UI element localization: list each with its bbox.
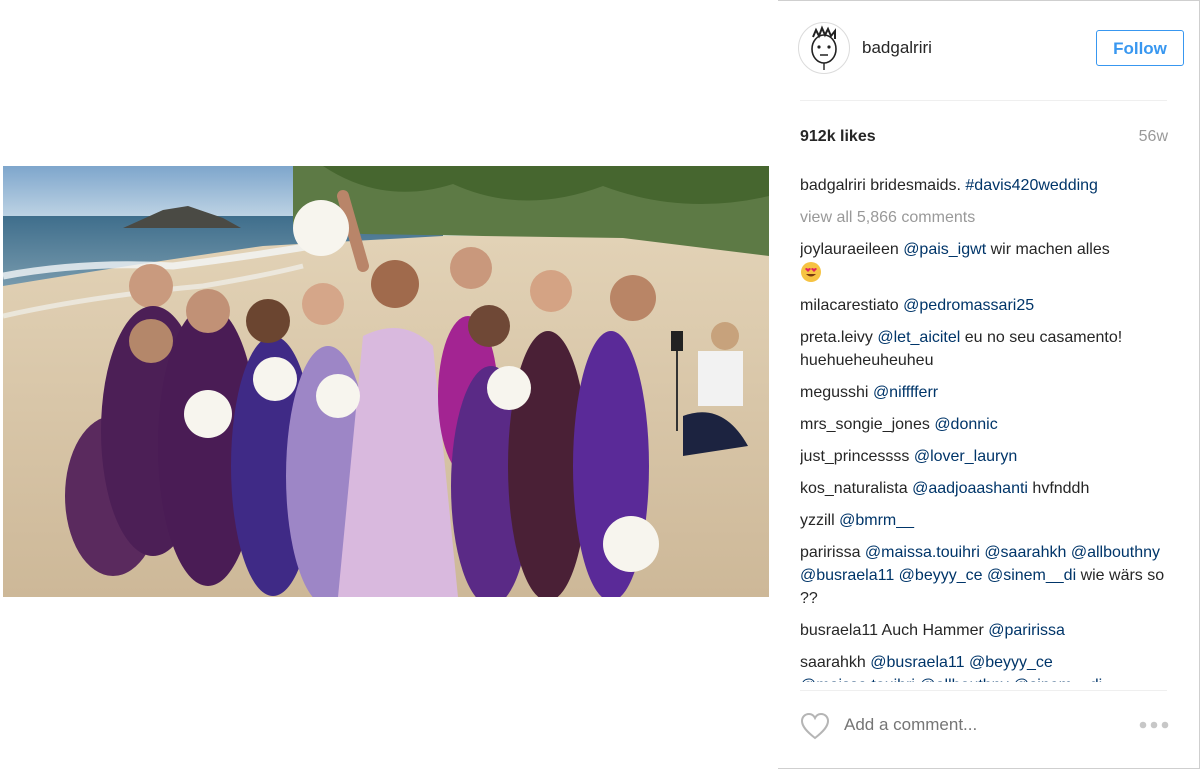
comment-item: milacarestiato @pedromassari25 [800, 294, 1172, 317]
post-photo[interactable] [3, 166, 769, 597]
comment-item: preta.leivy @let_aicitel eu no seu casam… [800, 326, 1172, 372]
photo-panel [0, 0, 778, 769]
mention-link[interactable]: @pedromassari25 [903, 297, 1034, 314]
comment-username[interactable]: paririssa [800, 544, 860, 561]
view-all-comments-link[interactable]: view all 5,866 comments [800, 206, 1172, 229]
comments-list: badgalriri bridesmaids. #davis420wedding… [800, 174, 1172, 682]
add-comment-input[interactable] [844, 714, 1094, 736]
post-username[interactable]: badgalriri [862, 38, 932, 58]
avatar-sketch-icon [811, 25, 837, 70]
avatar[interactable] [798, 22, 850, 74]
comment-text: wir machen alles [986, 241, 1110, 258]
comment-username[interactable]: megusshi [800, 384, 868, 401]
mention-link[interactable]: @let_aicitel [877, 329, 960, 346]
ellipsis-icon[interactable] [1138, 720, 1170, 730]
mention-link[interactable]: @paririssa [988, 622, 1065, 639]
comment-item: just_princessss @lover_lauryn [800, 445, 1172, 468]
mention-link[interactable]: @aadjoaashanti [912, 480, 1028, 497]
comment-item: paririssa @maissa.touihri @saarahkh @all… [800, 541, 1172, 610]
post-sidebar: badgalriri Follow 912k likes 56w badgalr… [778, 0, 1200, 769]
comment-username[interactable]: saarahkh [800, 654, 866, 671]
comment-item: mrs_songie_jones @donnic [800, 413, 1172, 436]
comment-item: kos_naturalista @aadjoaashanti hvfnddh [800, 477, 1172, 500]
comment-item: busraela11 Auch Hammer @paririssa [800, 619, 1172, 642]
comment-item: saarahkh @busraela11 @beyyy_ce @maissa.t… [800, 651, 1172, 682]
comment-username[interactable]: preta.leivy [800, 329, 873, 346]
post-age[interactable]: 56w [1139, 128, 1168, 146]
follow-button[interactable]: Follow [1096, 30, 1184, 66]
divider [800, 100, 1167, 101]
mention-link[interactable]: @lover_lauryn [914, 448, 1017, 465]
comment-username[interactable]: joylauraeileen [800, 241, 899, 258]
comment-username[interactable]: milacarestiato [800, 297, 899, 314]
comment-text: Auch Hammer [877, 622, 989, 639]
comment-item: yzzill @bmrm__ [800, 509, 1172, 532]
likes-count[interactable]: 912k likes [800, 128, 876, 146]
comment-username[interactable]: kos_naturalista [800, 480, 908, 497]
mention-link[interactable]: @pais_igwt [903, 241, 986, 258]
comment-username[interactable]: just_princessss [800, 448, 909, 465]
comment-item: joylauraeileen @pais_igwt wir machen all… [800, 238, 1172, 285]
comment-username[interactable]: badgalriri [800, 177, 866, 194]
mention-link[interactable]: @nifffferr [873, 384, 938, 401]
heart-eyes-emoji-icon [801, 262, 821, 282]
mention-link[interactable]: @bmrm__ [839, 512, 914, 529]
caption: badgalriri bridesmaids. #davis420wedding [800, 174, 1172, 197]
divider [800, 690, 1167, 691]
comment-username[interactable]: mrs_songie_jones [800, 416, 930, 433]
mention-link[interactable]: @donnic [934, 416, 997, 433]
comment-username[interactable]: yzzill [800, 512, 835, 529]
comment-item: megusshi @nifffferr [800, 381, 1172, 404]
post-header: badgalriri Follow [798, 22, 1184, 78]
hashtag-link[interactable]: #davis420wedding [965, 177, 1098, 194]
comment-text: hvfnddh [1027, 480, 1090, 497]
heart-outline-icon[interactable] [800, 712, 830, 740]
comment-username[interactable]: busraela11 [800, 622, 878, 639]
caption-text: bridesmaids. [865, 177, 966, 194]
